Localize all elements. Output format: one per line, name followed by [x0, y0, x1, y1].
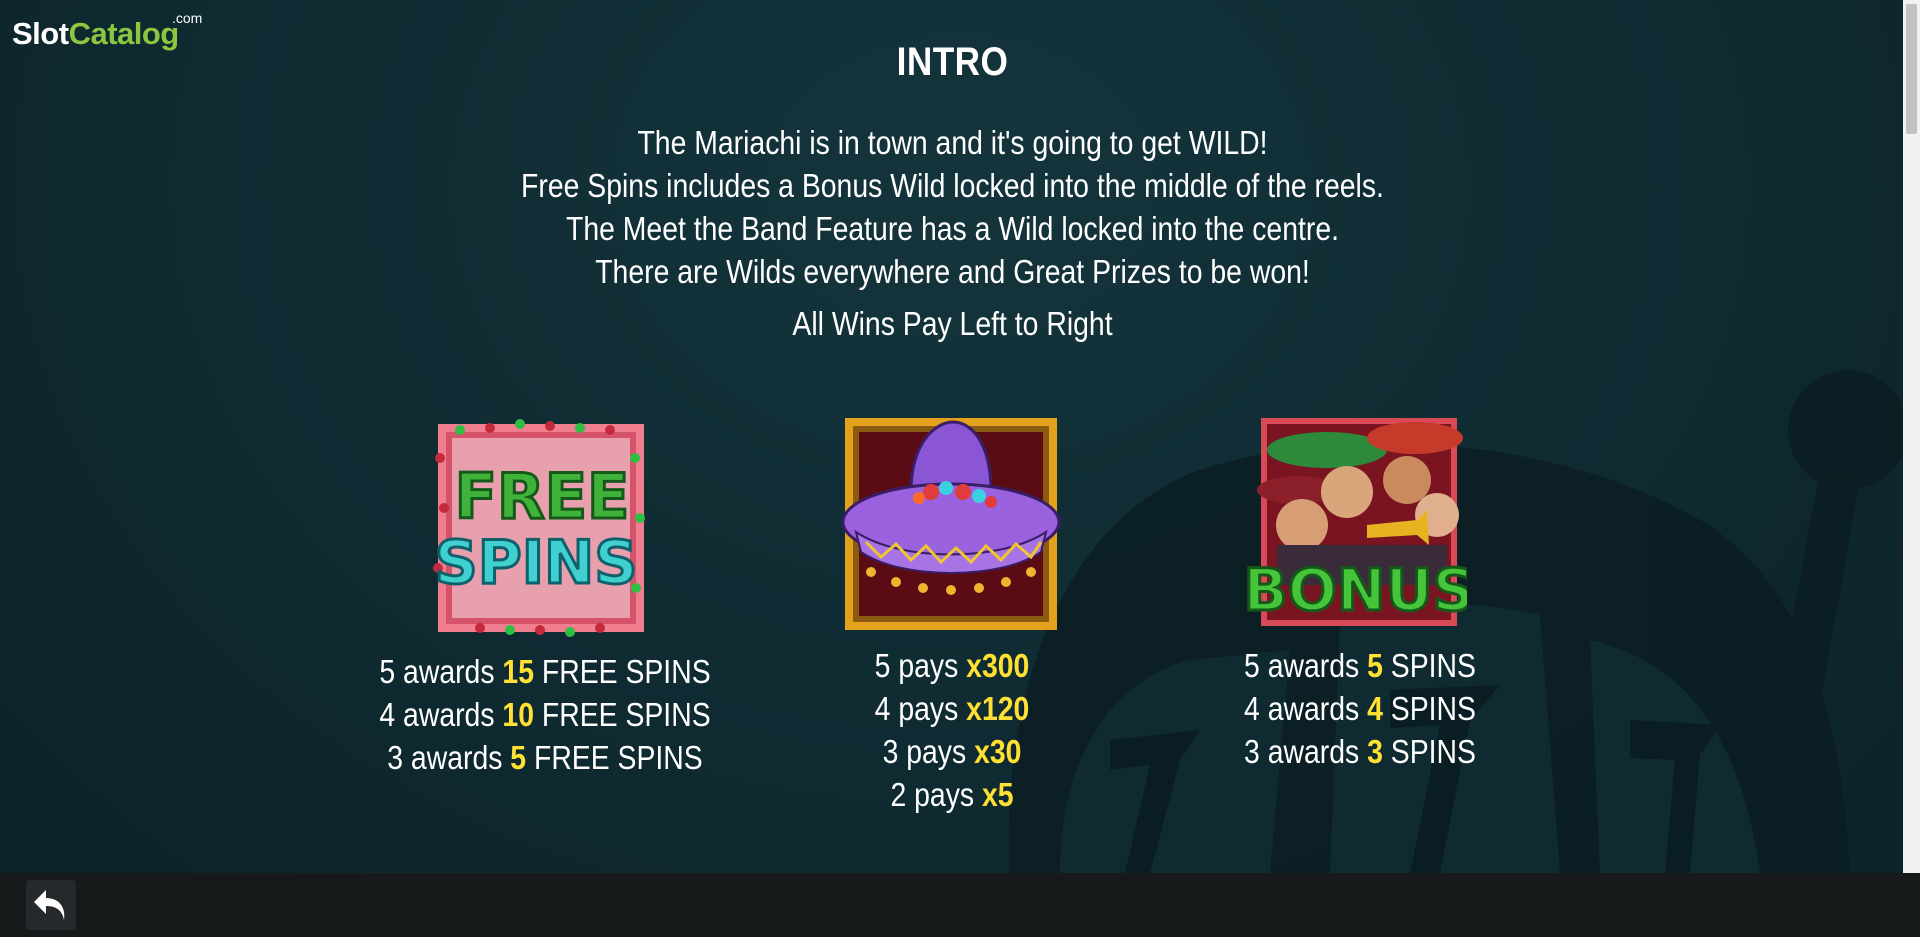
- paytable-count: 2 pays: [890, 776, 982, 813]
- back-button[interactable]: [26, 880, 76, 930]
- paytable-count: 4 pays: [874, 690, 967, 727]
- spins-text: SPINS: [435, 528, 638, 598]
- page-title: INTRO: [896, 40, 1009, 84]
- paytable-row: 5 awards 15 FREE SPINS: [373, 650, 717, 693]
- bonus-text: BONUS: [1247, 556, 1467, 624]
- free-spins-paytable: 5 awards 15 FREE SPINS 4 awards 10 FREE …: [345, 650, 745, 779]
- paytable-value: 10: [502, 696, 534, 733]
- paytable-count: 4 awards: [379, 696, 503, 733]
- bonus-paytable: 5 awards 5 SPINS 4 awards 4 SPINS 3 awar…: [1160, 644, 1560, 773]
- paytable-suffix: SPINS: [1382, 690, 1476, 727]
- paytable-value: 15: [502, 653, 534, 690]
- intro-line: The Mariachi is in town and it's going t…: [637, 124, 1268, 161]
- sombrero-paytable: 5 pays x300 4 pays x120 3 pays x30 2 pay…: [752, 644, 1152, 816]
- paytable-row: 2 pays x5: [780, 773, 1124, 816]
- intro-line: The Meet the Band Feature has a Wild loc…: [565, 210, 1340, 247]
- intro-text: The Mariachi is in town and it's going t…: [0, 121, 1905, 293]
- paytable-value: x5: [981, 776, 1014, 813]
- free-text: FREE: [455, 460, 630, 533]
- paytable-suffix: FREE SPINS: [533, 696, 711, 733]
- paytable-count: 4 awards: [1244, 690, 1368, 727]
- paytable-row: 3 awards 5 FREE SPINS: [373, 736, 717, 779]
- paytable-suffix: FREE SPINS: [526, 739, 703, 776]
- paytable-suffix: SPINS: [1382, 733, 1476, 770]
- paytable-row: 3 awards 3 SPINS: [1188, 730, 1532, 773]
- paytable-value: x30: [974, 733, 1022, 770]
- bottom-bar: [0, 873, 1920, 937]
- paytable-row: 3 pays x30: [780, 730, 1124, 773]
- paytable-row: 4 pays x120: [780, 687, 1124, 730]
- paytable-value: 4: [1367, 690, 1383, 727]
- paytable-value: 3: [1367, 733, 1383, 770]
- paylines-note: All Wins Pay Left to Right: [792, 305, 1113, 342]
- back-arrow-icon: [34, 890, 65, 920]
- paytable-row: 4 awards 4 SPINS: [1188, 687, 1532, 730]
- paytable-count: 5 awards: [379, 653, 503, 690]
- paytable-row: 4 awards 10 FREE SPINS: [373, 693, 717, 736]
- paytable-value: 5: [510, 739, 527, 776]
- paytable-value: x120: [966, 690, 1030, 727]
- paytable-count: 3 awards: [387, 739, 511, 776]
- paytable-count: 3 awards: [1244, 733, 1368, 770]
- paytable-value: x300: [966, 647, 1030, 684]
- free-spins-symbol-icon: FREE SPINS: [433, 419, 645, 637]
- paytable-count: 5 pays: [874, 647, 967, 684]
- intro-line: There are Wilds everywhere and Great Pri…: [595, 253, 1310, 290]
- sombrero-symbol-icon: [841, 418, 1061, 630]
- logo-dotcom-text: .com: [172, 10, 203, 26]
- bonus-mariachi-symbol-icon: BONUS: [1247, 418, 1467, 626]
- paytable-screen: SlotCatalog .com INTRO The Mariachi is i…: [0, 0, 1920, 937]
- paytable-value: 5: [1367, 647, 1383, 684]
- scrollbar-thumb[interactable]: [1906, 4, 1917, 134]
- intro-line: Free Spins includes a Bonus Wild locked …: [521, 167, 1384, 204]
- logo-slot-text: Slot: [12, 16, 69, 51]
- paytable-suffix: SPINS: [1382, 647, 1476, 684]
- paytable-suffix: FREE SPINS: [533, 653, 711, 690]
- paytable-row: 5 pays x300: [780, 644, 1124, 687]
- paytable-row: 5 awards 5 SPINS: [1188, 644, 1532, 687]
- paytable-count: 5 awards: [1244, 647, 1368, 684]
- paytable-count: 3 pays: [882, 733, 975, 770]
